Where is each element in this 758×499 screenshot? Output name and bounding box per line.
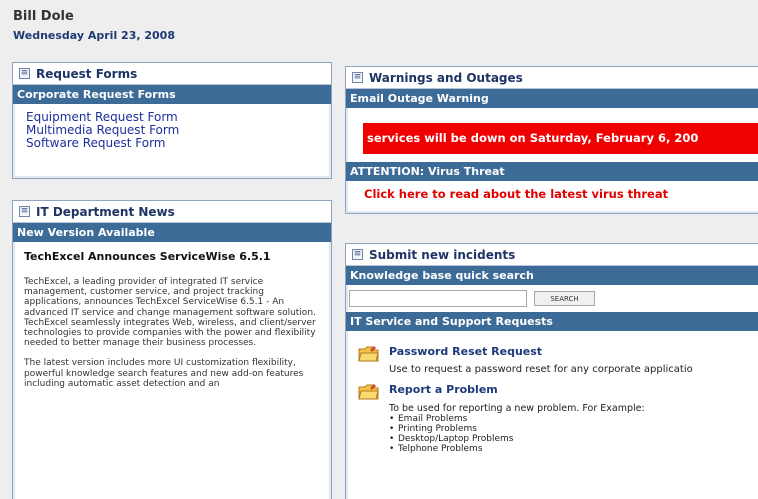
collapse-icon[interactable]: ≡	[352, 249, 363, 260]
news-headline: TechExcel Announces ServiceWise 6.5.1	[24, 250, 271, 263]
section-header-virus-threat: ATTENTION: Virus Threat	[346, 162, 758, 181]
user-name: Bill Dole	[13, 9, 74, 24]
report-problem-description: To be used for reporting a new problem. …	[389, 403, 645, 414]
list-item: Email Problems	[389, 414, 758, 424]
section-header-corporate-forms: Corporate Request Forms	[13, 85, 331, 104]
section-header-kb-search: Knowledge base quick search	[346, 266, 758, 285]
list-item: Telphone Problems	[389, 444, 758, 454]
panel-title: IT Department News	[36, 204, 175, 219]
news-paragraph: TechExcel, a leading provider of integra…	[24, 277, 316, 349]
panel-title: Warnings and Outages	[369, 70, 523, 85]
folder-icon	[358, 346, 379, 362]
kb-search-row: SEARCH	[346, 285, 758, 312]
it-news-panel: ≡ IT Department News New Version Availab…	[12, 200, 332, 499]
software-request-link[interactable]: Software Request Form	[26, 137, 318, 150]
section-header-new-version: New Version Available	[13, 223, 331, 242]
request-forms-panel: ≡ Request Forms Corporate Request Forms …	[12, 62, 332, 179]
section-header-email-outage: Email Outage Warning	[346, 89, 758, 108]
virus-threat-link[interactable]: Click here to read about the latest viru…	[346, 181, 758, 201]
panel-title: Request Forms	[36, 66, 138, 81]
collapse-icon[interactable]: ≡	[352, 72, 363, 83]
kb-search-input[interactable]	[349, 290, 527, 307]
report-problem-link[interactable]: Report a Problem	[389, 382, 758, 397]
password-reset-link[interactable]: Password Reset Request	[389, 344, 758, 359]
current-date: Wednesday April 23, 2008	[13, 29, 175, 42]
warnings-panel: ≡ Warnings and Outages Email Outage Warn…	[345, 66, 758, 214]
panel-title: Submit new incidents	[369, 247, 516, 262]
folder-icon	[358, 384, 379, 400]
outage-message-banner: services will be down on Saturday, Febru…	[363, 123, 758, 154]
news-paragraph: The latest version includes more UI cust…	[24, 358, 304, 389]
panel-header: ≡ IT Department News	[13, 201, 331, 223]
problem-examples-list: Email Problems Printing Problems Desktop…	[389, 414, 758, 454]
list-item: Printing Problems	[389, 424, 758, 434]
incidents-panel: ≡ Submit new incidents Knowledge base qu…	[345, 243, 758, 499]
list-item: Desktop/Laptop Problems	[389, 434, 758, 444]
report-problem-item: Report a Problem To be used for reportin…	[346, 382, 758, 454]
news-body: TechExcel Announces ServiceWise 6.5.1 Te…	[13, 242, 331, 389]
panel-header: ≡ Submit new incidents	[346, 244, 758, 266]
panel-header: ≡ Warnings and Outages	[346, 67, 758, 89]
collapse-icon[interactable]: ≡	[19, 68, 30, 79]
search-button[interactable]: SEARCH	[534, 291, 595, 306]
page-header: Bill Dole Wednesday April 23, 2008	[13, 9, 175, 44]
collapse-icon[interactable]: ≡	[19, 206, 30, 217]
password-reset-description: Use to request a password reset for any …	[389, 364, 693, 375]
news-text: TechExcel, a leading provider of integra…	[24, 277, 321, 389]
panel-header: ≡ Request Forms	[13, 63, 331, 85]
section-header-service-requests: IT Service and Support Requests	[346, 312, 758, 331]
password-reset-item: Password Reset Request Use to request a …	[346, 344, 758, 375]
request-form-links: Equipment Request Form Multimedia Reques…	[13, 104, 331, 156]
